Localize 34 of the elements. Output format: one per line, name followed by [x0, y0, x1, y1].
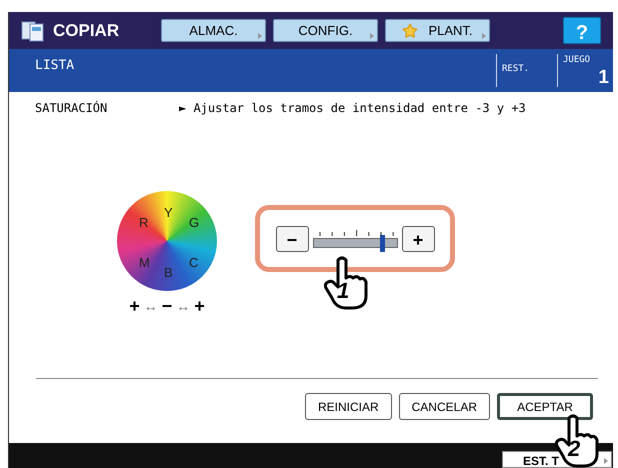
action-button[interactable]: REINICIAR: [304, 393, 392, 420]
action-button[interactable]: CANCELAR: [398, 393, 490, 420]
status-label: LISTA: [34, 57, 76, 75]
action-button[interactable]: ACEPTAR: [497, 393, 593, 420]
set-label: JUEGO: [563, 54, 592, 67]
set-count: 1: [598, 68, 610, 86]
arrow-icon: [482, 33, 486, 39]
color-letter: M: [139, 254, 150, 272]
legend-symbol: +: [194, 295, 205, 318]
color-letter: R: [139, 214, 148, 232]
color-letter: B: [164, 264, 173, 282]
legend-symbol: +: [129, 295, 140, 318]
legend-symbol: ↔: [144, 297, 158, 316]
arrow-icon: [604, 458, 608, 464]
legend-symbol: ↔: [176, 297, 190, 316]
menu-button[interactable]: PLANT.: [385, 19, 490, 42]
setting-name: SATURACIÓN: [35, 100, 108, 117]
legend-symbol: −: [162, 295, 172, 318]
color-letter: G: [189, 214, 200, 232]
star-icon: [402, 22, 418, 38]
color-letter: C: [189, 254, 198, 272]
arrow-icon: [258, 33, 262, 39]
color-letter: Y: [164, 204, 173, 222]
screen-title: COPIAR: [53, 20, 120, 42]
setting-hint: ► Ajustar los tramos de intensidad entre -3 y +3: [179, 100, 526, 117]
slider-thumb[interactable]: [380, 234, 385, 252]
menu-button[interactable]: ALMAC.: [161, 19, 266, 42]
increase-button[interactable]: +: [402, 226, 434, 252]
arrow-icon: [370, 33, 374, 39]
copy-icon: [21, 20, 45, 42]
menu-button[interactable]: CONFIG.: [273, 19, 378, 42]
decrease-button[interactable]: −: [276, 226, 308, 252]
remaining-label: REST.: [502, 64, 530, 74]
callout-number: 1: [337, 280, 350, 302]
